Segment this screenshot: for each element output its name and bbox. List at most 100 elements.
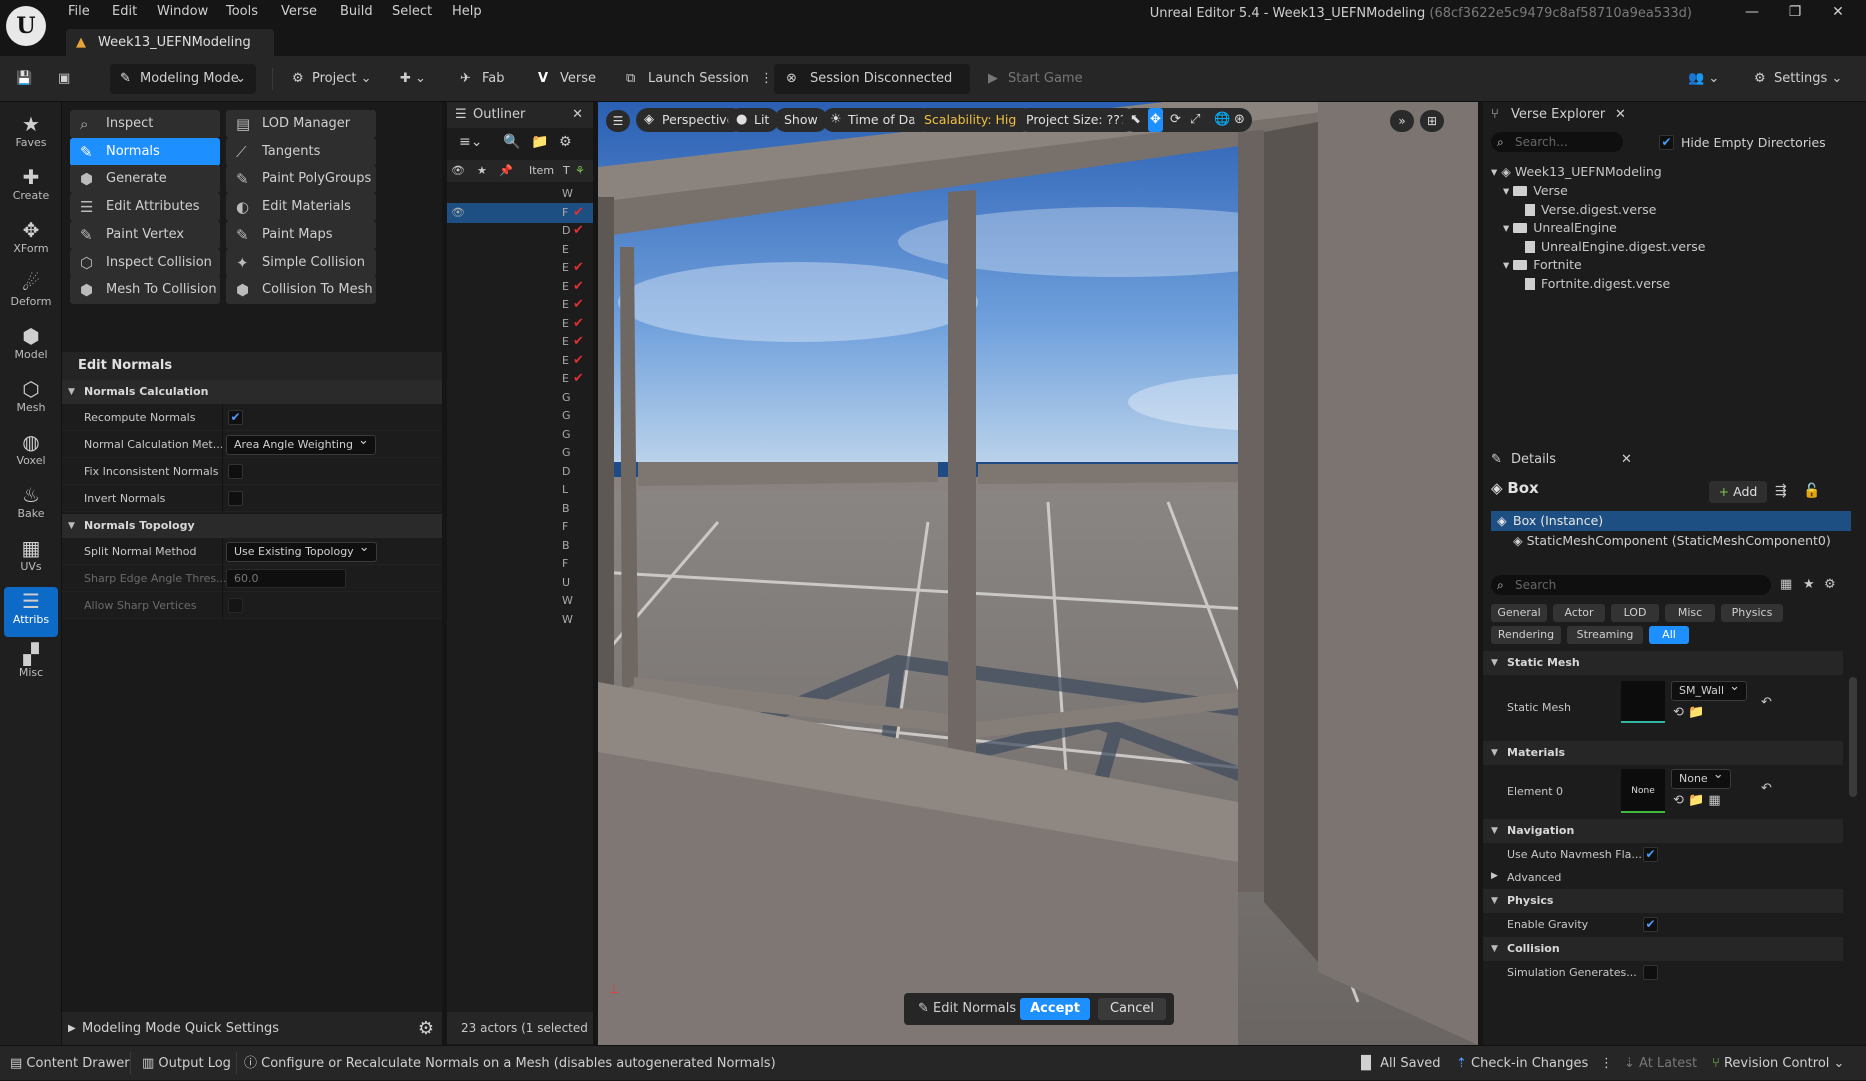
outliner-row[interactable]: G <box>447 425 593 445</box>
visibility-icon[interactable]: 👁 <box>451 203 465 223</box>
outliner-row[interactable]: W <box>447 184 593 204</box>
add-folder-icon[interactable]: 📁 <box>531 134 548 150</box>
tree-icon[interactable]: ⚘ <box>575 160 585 182</box>
menu-file[interactable]: File <box>68 4 90 19</box>
mesh-thumbnail[interactable] <box>1621 681 1665 723</box>
level-viewport[interactable]: ☰ ◈ Perspective ● Lit Show ☀ Time of Day Sc… <box>598 102 1478 1045</box>
section-navigation[interactable]: Navigation <box>1483 819 1843 843</box>
rotate-icon[interactable]: ⟳ <box>1170 108 1181 132</box>
mode-attribs[interactable]: ☰ Attribs <box>4 587 58 637</box>
layout-icon[interactable]: ⊞ <box>1420 110 1444 132</box>
project-size-button[interactable]: Project Size: ??? <box>1016 108 1137 132</box>
outliner-row[interactable]: L <box>447 480 593 500</box>
launch-session-button[interactable]: ⧉ Launch Session <box>618 64 757 94</box>
maximize-icon[interactable]: ❐ <box>1775 4 1815 20</box>
mode-xform[interactable]: ✥ XForm <box>4 216 58 266</box>
mode-voxel[interactable]: ◍ Voxel <box>4 428 58 478</box>
visibility-icon[interactable]: 👁 <box>451 160 465 182</box>
tool-paint-maps[interactable]: ✎ Paint Maps <box>226 220 376 249</box>
gear-icon[interactable]: ⚙ <box>559 134 572 150</box>
add-component-button[interactable]: + Add <box>1709 481 1767 503</box>
mode-bake[interactable]: ♨ Bake <box>4 481 58 531</box>
tool-normals[interactable]: ✎ Normals <box>70 137 220 166</box>
menu-window[interactable]: Window <box>157 4 208 19</box>
menu-help[interactable]: Help <box>452 4 482 19</box>
session-status[interactable]: ⊗ Session Disconnected <box>774 64 970 94</box>
checkin-button[interactable]: ⇡ Check-in Changes <box>1456 1046 1588 1081</box>
section-physics[interactable]: Physics <box>1483 889 1843 913</box>
pin-icon[interactable]: 📌 <box>499 160 513 182</box>
details-search-input[interactable]: ⌕ Search <box>1491 575 1771 595</box>
row-advanced[interactable]: ▶ Advanced <box>1483 867 1843 889</box>
outliner-row[interactable]: E ✔ <box>447 258 593 278</box>
section-materials[interactable]: Materials <box>1483 741 1843 765</box>
outliner-row[interactable]: E ✔ <box>447 369 593 389</box>
instance-row[interactable]: ◈ Box (Instance) <box>1491 511 1851 531</box>
component-row[interactable]: ◈ StaticMeshComponent (StaticMeshCompone… <box>1513 531 1831 551</box>
outliner-row[interactable]: G <box>447 406 593 426</box>
split-method-dropdown[interactable]: Use Existing Topology <box>226 539 377 562</box>
cancel-button[interactable]: Cancel <box>1098 998 1166 1020</box>
tool-inspect[interactable]: ⌕ Inspect <box>70 110 220 138</box>
tree-file-unrealengine-digest[interactable]: UnrealEngine.digest.verse <box>1525 237 1705 257</box>
snap-icon[interactable]: ⊛ <box>1234 108 1245 132</box>
reset-icon[interactable]: ↶ <box>1761 781 1772 796</box>
invert-normals-checkbox[interactable] <box>228 491 243 506</box>
menu-select[interactable]: Select <box>392 4 432 19</box>
tree-folder-fortnite[interactable]: ▾ Fortnite <box>1503 255 1582 275</box>
filter-rendering[interactable]: Rendering <box>1491 626 1561 644</box>
close-icon[interactable]: ✕ <box>1615 102 1626 128</box>
outliner-row[interactable]: B <box>447 536 593 556</box>
outliner-row[interactable]: G <box>447 388 593 408</box>
outliner-row[interactable]: F <box>447 554 593 574</box>
tool-simple-collision-editor[interactable]: ✦Simple Collision Editor <box>226 248 376 298</box>
outliner-row[interactable]: E ✔ <box>447 277 593 297</box>
outliner-row[interactable]: D <box>447 462 593 482</box>
browse-asset-icon[interactable]: ⟲ 📁 <box>1673 705 1704 720</box>
col-t[interactable]: T <box>563 160 570 182</box>
select-icon[interactable]: ⬉ <box>1130 108 1141 132</box>
outliner-row[interactable]: E ✔ <box>447 314 593 334</box>
reset-icon[interactable]: ↶ <box>1761 695 1772 710</box>
mode-uvs[interactable]: ▦ UVs <box>4 534 58 584</box>
material-dropdown[interactable]: None <box>1671 766 1731 789</box>
project-dropdown[interactable]: ⚙ Project ⌄ <box>284 64 380 94</box>
section-normals-topology[interactable]: Normals Topology <box>62 514 442 538</box>
tool-tangents[interactable]: ⟋ Tangents <box>226 137 376 166</box>
outliner-row[interactable]: U <box>447 573 593 593</box>
tree-file-fortnite-digest[interactable]: Fortnite.digest.verse <box>1525 274 1670 294</box>
search-icon[interactable]: 🔍 <box>503 134 520 150</box>
gear-icon[interactable]: ⚙ <box>1824 577 1836 592</box>
expand-icon[interactable]: » <box>1390 110 1414 132</box>
add-content-button[interactable]: ✚ ⌄ <box>392 64 434 94</box>
mode-faves[interactable]: ★ Faves <box>4 110 58 160</box>
tree-root[interactable]: ▾ ◈ Week13_UEFNModeling <box>1491 162 1662 182</box>
lit-button[interactable]: ● Lit <box>728 108 780 132</box>
browse-icon[interactable]: ▣ <box>50 64 78 94</box>
unreal-logo-icon[interactable]: U <box>6 6 46 46</box>
world-icon[interactable]: 🌐 <box>1214 108 1230 132</box>
mode-mesh[interactable]: ⬡ Mesh <box>4 375 58 425</box>
material-thumbnail[interactable]: None <box>1621 769 1665 813</box>
outliner-row[interactable]: W <box>447 591 593 611</box>
table-view-icon[interactable]: ▦ <box>1780 577 1792 592</box>
show-button[interactable]: Show <box>774 108 828 132</box>
outliner-row[interactable]: 👁 F ✔ <box>447 202 593 223</box>
outliner-row[interactable]: W <box>447 610 593 630</box>
mode-misc[interactable]: ▞ Misc <box>4 640 58 690</box>
filter-icon[interactable]: ≡⌄ <box>459 134 482 150</box>
verse-search-input[interactable]: ⌕ Search... <box>1491 132 1623 152</box>
close-icon[interactable]: ✕ <box>572 102 583 128</box>
star-icon[interactable]: ★ <box>1803 577 1815 592</box>
settings-button[interactable]: ⚙ Settings ⌄ <box>1746 64 1850 94</box>
outliner-row[interactable]: B <box>447 499 593 519</box>
outliner-row[interactable]: D ✔ <box>447 221 593 241</box>
outliner-row[interactable]: E ✔ <box>447 351 593 371</box>
menu-tools[interactable]: Tools <box>226 4 258 19</box>
mode-create[interactable]: ✚ Create <box>4 163 58 213</box>
static-mesh-dropdown[interactable]: SM_Wall <box>1671 678 1747 701</box>
save-icon[interactable]: 💾 <box>8 64 40 94</box>
section-static-mesh[interactable]: Static Mesh <box>1483 651 1843 675</box>
mode-dropdown[interactable]: ✎ Modeling Mode ⌄ <box>110 64 256 94</box>
section-normals-calculation[interactable]: Normals Calculation <box>62 380 442 404</box>
